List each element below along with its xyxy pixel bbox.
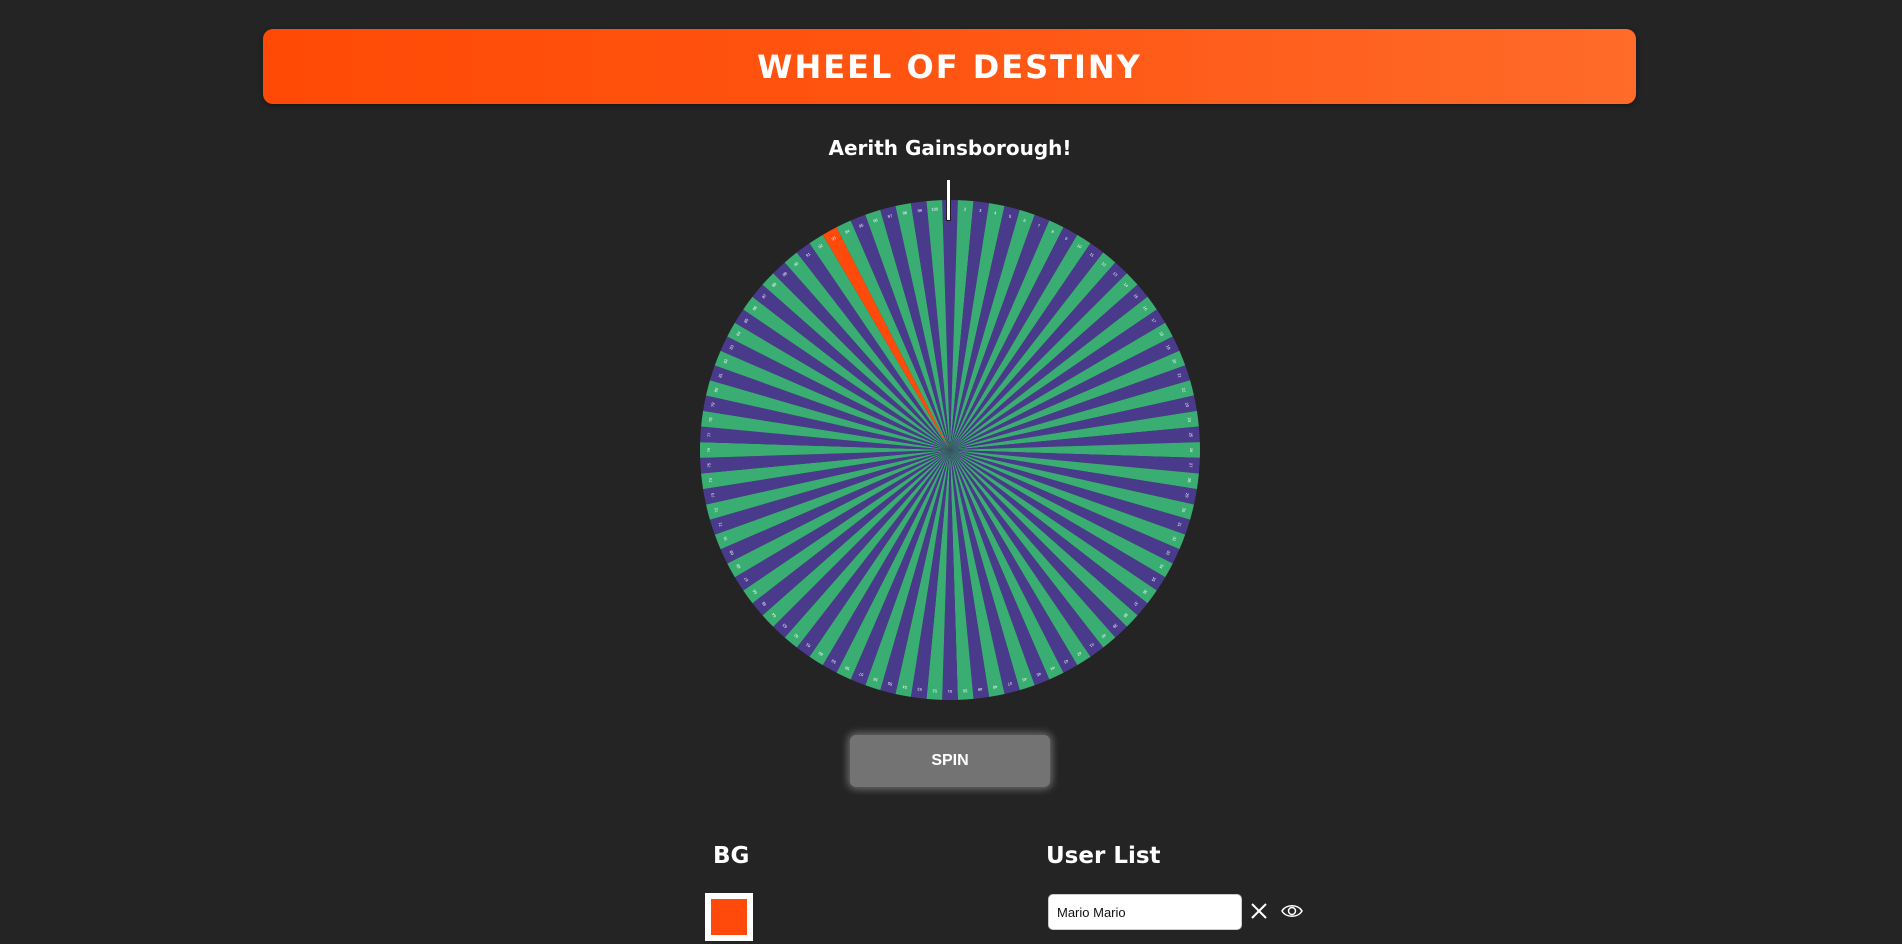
wheel-segment-label: 100 xyxy=(931,206,939,211)
bg-color-picker[interactable] xyxy=(705,893,753,941)
spin-button[interactable]: SPIN xyxy=(850,735,1050,787)
header-banner: WHEEL OF DESTINY xyxy=(263,29,1636,104)
wheel-pointer xyxy=(946,179,951,221)
eye-icon[interactable] xyxy=(1280,900,1304,922)
wheel-segment-label: 26 xyxy=(1189,448,1194,453)
prize-wheel[interactable]: 1234567891011121314151617181920212223242… xyxy=(700,200,1200,700)
wheel-segment-label: 76 xyxy=(706,447,711,452)
close-icon[interactable] xyxy=(1248,900,1270,922)
wheel-segment-label: 51 xyxy=(947,689,952,694)
bg-heading: BG xyxy=(713,843,750,869)
page-title: WHEEL OF DESTINY xyxy=(757,47,1142,86)
user-list-heading: User List xyxy=(1046,843,1161,869)
bg-color-swatch xyxy=(711,899,747,935)
user-entry-input[interactable] xyxy=(1048,894,1242,930)
winner-text: Aerith Gainsborough! xyxy=(828,136,1072,160)
